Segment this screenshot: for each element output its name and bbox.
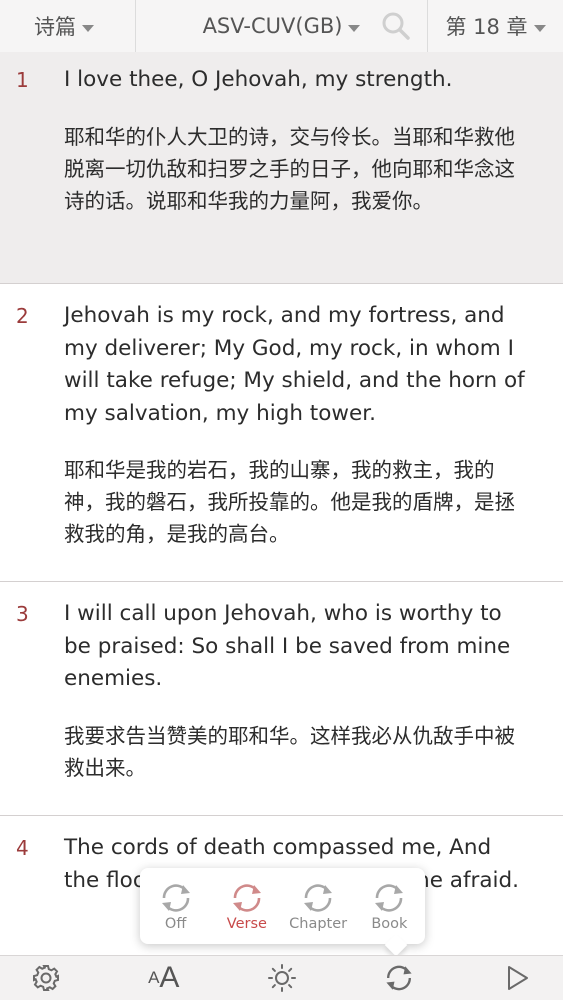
verse-text-chinese: 我要求告当赞美的耶和华。这样我必从仇敌手中被救出来。: [64, 723, 515, 780]
repeat-option-verse[interactable]: Verse: [214, 881, 280, 932]
chevron-down-icon: [348, 24, 361, 32]
repeat-option-label: Off: [164, 915, 187, 932]
brightness-icon: [267, 964, 296, 992]
verse-text-chinese: 耶和华的仆人大卫的诗，交与伶长。当耶和华救他脱离一切仇敌和扫罗之手的日子，他向耶…: [64, 124, 515, 213]
repeat-option-label: Book: [371, 915, 408, 932]
book-selector[interactable]: 诗篇: [0, 0, 136, 52]
verse-list: 1 I love thee, O Jehovah, my strength. 耶…: [0, 52, 563, 956]
version-selector[interactable]: ASV-CUV(GB): [136, 0, 428, 52]
settings-button[interactable]: [24, 956, 68, 1000]
bottom-toolbar: AA: [0, 955, 563, 1000]
verse-number: 2: [16, 304, 29, 328]
chevron-down-icon: [533, 24, 546, 32]
repeat-icon: [304, 883, 333, 912]
font-small-label: A: [148, 968, 160, 987]
repeat-icon: [386, 965, 412, 991]
chevron-down-icon: [82, 24, 94, 32]
verse-item[interactable]: 3 I will call upon Jehovah, who is worth…: [0, 582, 563, 816]
verse-text-english: I will call upon Jehovah, who is worthy …: [64, 601, 511, 691]
book-label: 诗篇: [34, 15, 76, 39]
verse-number: 1: [16, 68, 29, 92]
verse-item[interactable]: 1 I love thee, O Jehovah, my strength. 耶…: [0, 52, 563, 284]
repeat-option-book[interactable]: Book: [356, 881, 422, 932]
play-icon: [508, 966, 528, 990]
repeat-mode-popup: Off Verse Chapter Book: [140, 868, 425, 944]
gear-icon: [33, 965, 59, 991]
version-label: ASV-CUV(GB): [202, 14, 343, 38]
top-bar: 诗篇 ASV-CUV(GB) 第 18 章: [0, 0, 563, 53]
repeat-option-label: Verse: [226, 915, 267, 932]
repeat-icon: [161, 883, 190, 912]
verse-text-chinese: 耶和华是我的岩石，我的山寨，我的救主，我的神，我的磐石，我所投靠的。他是我的盾牌…: [64, 458, 515, 546]
font-size-button[interactable]: AA: [142, 956, 186, 1000]
play-button[interactable]: [495, 956, 539, 1000]
font-large-label: A: [159, 961, 180, 994]
repeat-button[interactable]: [377, 956, 421, 1000]
verse-item[interactable]: 2 Jehovah is my rock, and my fortress, a…: [0, 284, 563, 582]
chapter-selector[interactable]: 第 18 章: [428, 0, 563, 52]
chapter-label: 第 18 章: [445, 15, 528, 39]
verse-number: 4: [16, 836, 29, 860]
repeat-option-label: Chapter: [289, 915, 348, 932]
repeat-icon: [375, 883, 404, 912]
repeat-option-off[interactable]: Off: [143, 881, 209, 932]
brightness-button[interactable]: [260, 956, 304, 1000]
verse-text-english: Jehovah is my rock, and my fortress, and…: [64, 303, 525, 426]
repeat-option-chapter[interactable]: Chapter: [285, 881, 351, 932]
repeat-icon: [232, 883, 261, 912]
verse-number: 3: [16, 602, 29, 626]
verse-text-english: I love thee, O Jehovah, my strength.: [64, 67, 453, 92]
search-icon[interactable]: [381, 11, 411, 41]
